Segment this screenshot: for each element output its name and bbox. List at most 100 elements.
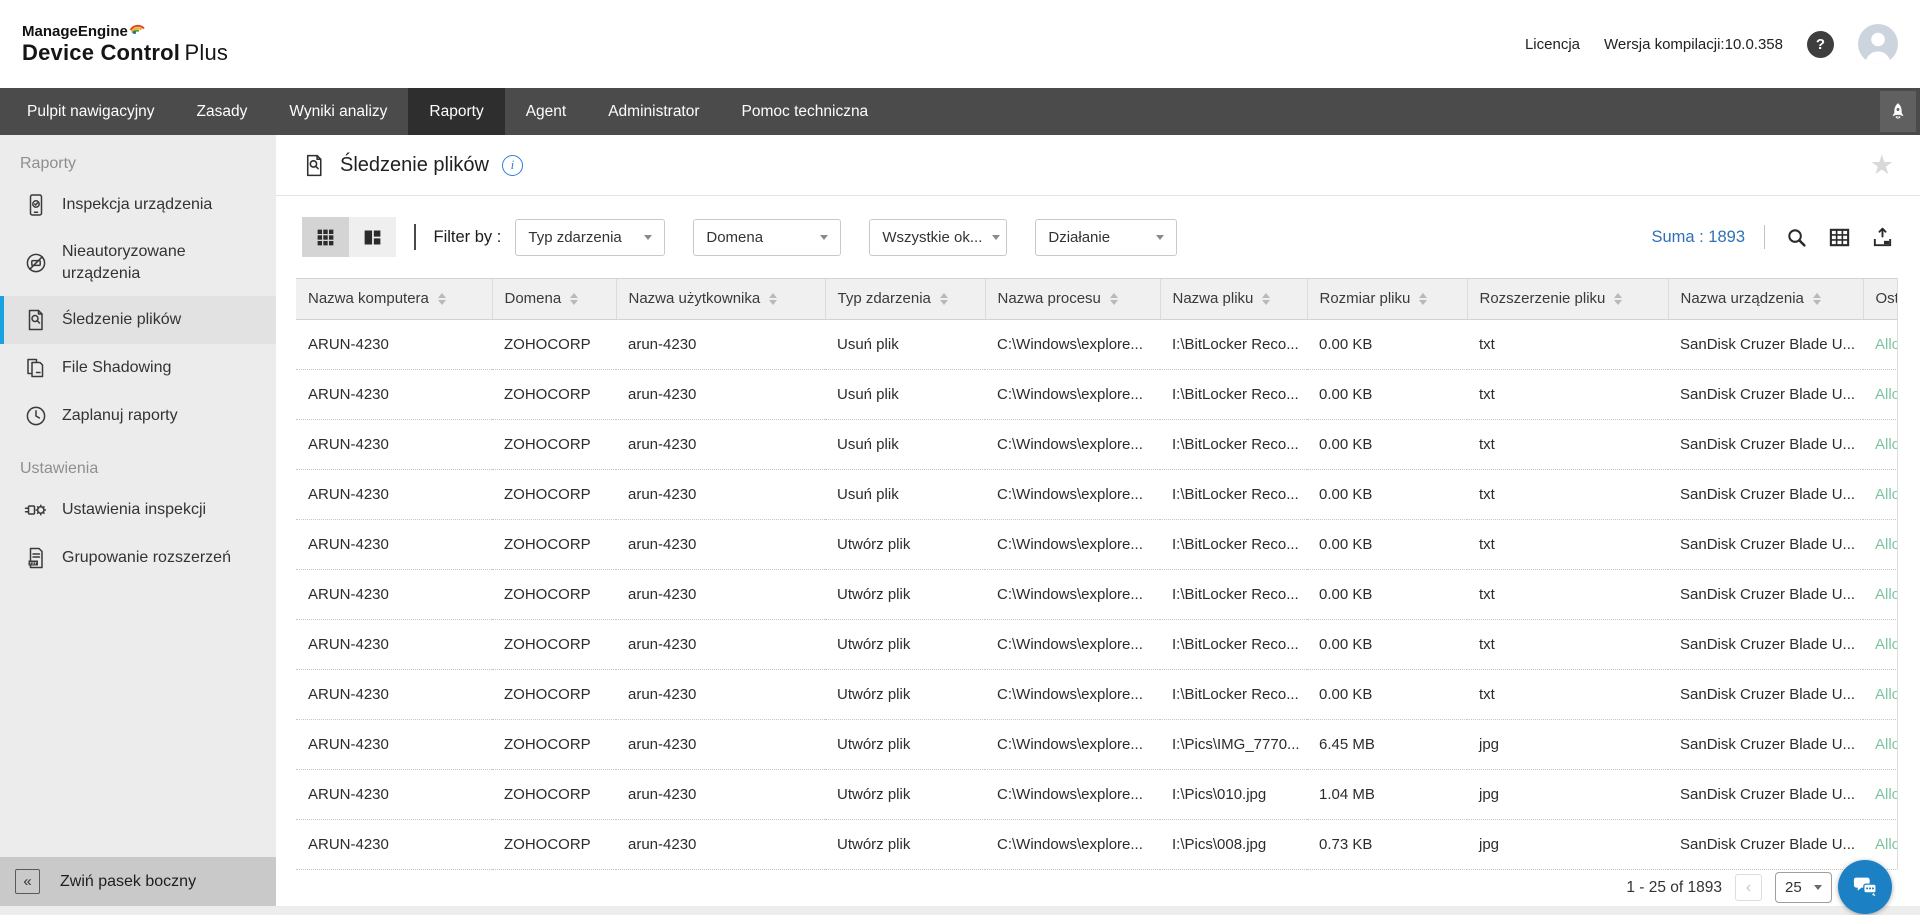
cell-domena: ZOHOCORP <box>492 469 616 519</box>
export-button[interactable] <box>1870 225 1894 249</box>
filter-select-wszystkie-ok[interactable]: Wszystkie ok... <box>869 219 1007 256</box>
cell-rozszerzenie-pliku: txt <box>1467 419 1668 469</box>
sidebar-item-ledzenie-plik-w[interactable]: Śledzenie plików <box>0 296 276 344</box>
cell-nazwa-urz-dzenia: SanDisk Cruzer Blade U... <box>1668 719 1863 769</box>
filter-by-label: Filter by : <box>434 228 502 247</box>
cell-rozszerzenie-pliku: jpg <box>1467 769 1668 819</box>
nav-tab-agent[interactable]: Agent <box>505 88 588 135</box>
favorite-star-icon[interactable]: ★ <box>1870 152 1894 179</box>
table-row[interactable]: ARUN-4230ZOHOCORParun-4230Usuń plikC:\Wi… <box>296 469 1898 519</box>
table-row[interactable]: ARUN-4230ZOHOCORParun-4230Usuń plikC:\Wi… <box>296 319 1898 369</box>
table-row[interactable]: ARUN-4230ZOHOCORParun-4230Usuń plikC:\Wi… <box>296 419 1898 469</box>
filter-select-domena[interactable]: Domena <box>693 219 841 256</box>
logo[interactable]: ManageEngine Device Control Plus <box>22 23 228 66</box>
table-row[interactable]: ARUN-4230ZOHOCORParun-4230Utwórz plikC:\… <box>296 819 1898 869</box>
split-view-icon <box>362 227 383 248</box>
cell-nazwa-u-ytkownika: arun-4230 <box>616 669 825 719</box>
collapse-sidebar-button[interactable]: « Zwiń pasek boczny <box>0 857 276 906</box>
filter-select-dzia-anie[interactable]: Działanie <box>1035 219 1177 256</box>
sidebar-item-label: Grupowanie rozszerzeń <box>62 547 231 569</box>
cell-typ-zdarzenia: Utwórz plik <box>825 619 985 669</box>
table-row[interactable]: ARUN-4230ZOHOCORParun-4230Utwórz plikC:\… <box>296 769 1898 819</box>
search-icon <box>1785 226 1808 249</box>
cell-osta[interactable]: Allo <box>1863 769 1898 819</box>
sidebar-item-grupowanie-rozszerze[interactable]: TXTGrupowanie rozszerzeń <box>0 534 276 582</box>
cell-rozmiar-pliku: 6.45 MB <box>1307 719 1467 769</box>
cell-osta[interactable]: Allo <box>1863 419 1898 469</box>
app-window: ManageEngine Device Control Plus Licencj… <box>0 0 1920 915</box>
sidebar-item-ustawienia-inspekcji[interactable]: Ustawienia inspekcji <box>0 486 276 534</box>
table-row[interactable]: ARUN-4230ZOHOCORParun-4230Utwórz plikC:\… <box>296 569 1898 619</box>
grid-view-button[interactable] <box>302 217 349 257</box>
nav-tab-pulpit-nawigacyjny[interactable]: Pulpit nawigacyjny <box>6 88 176 135</box>
prev-page-button[interactable]: ‹ <box>1735 874 1762 901</box>
column-header-domena[interactable]: Domena <box>492 279 616 319</box>
nav-tab-administrator[interactable]: Administrator <box>587 88 720 135</box>
sidebar: Raporty Inspekcja urządzeniaNieautoryzow… <box>0 135 276 906</box>
page-title: Śledzenie plików <box>340 154 489 177</box>
table-row[interactable]: ARUN-4230ZOHOCORParun-4230Utwórz plikC:\… <box>296 719 1898 769</box>
column-header-nazwa-u-ytkownika[interactable]: Nazwa użytkownika <box>616 279 825 319</box>
cell-osta[interactable]: Allo <box>1863 669 1898 719</box>
cell-nazwa-komputera: ARUN-4230 <box>296 669 492 719</box>
license-link[interactable]: Licencja <box>1525 36 1580 53</box>
column-chooser-button[interactable] <box>1827 225 1851 249</box>
column-header-nazwa-urz-dzenia[interactable]: Nazwa urządzenia <box>1668 279 1863 319</box>
cell-rozmiar-pliku: 0.00 KB <box>1307 419 1467 469</box>
table-row[interactable]: ARUN-4230ZOHOCORParun-4230Utwórz plikC:\… <box>296 619 1898 669</box>
split-view-button[interactable] <box>349 217 396 257</box>
sidebar-item-file-shadowing[interactable]: File Shadowing <box>0 344 276 392</box>
table-row[interactable]: ARUN-4230ZOHOCORParun-4230Utwórz plikC:\… <box>296 519 1898 569</box>
cell-nazwa-u-ytkownika: arun-4230 <box>616 719 825 769</box>
cell-nazwa-komputera: ARUN-4230 <box>296 419 492 469</box>
table-row[interactable]: ARUN-4230ZOHOCORParun-4230Utwórz plikC:\… <box>296 669 1898 719</box>
cell-osta[interactable]: Allo <box>1863 519 1898 569</box>
nav-tab-wyniki-analizy[interactable]: Wyniki analizy <box>268 88 408 135</box>
filter-value: Domena <box>706 229 763 246</box>
sidebar-item-zaplanuj-raporty[interactable]: Zaplanuj raporty <box>0 392 276 440</box>
filter-value: Wszystkie ok... <box>882 229 982 246</box>
cell-rozmiar-pliku: 0.00 KB <box>1307 319 1467 369</box>
column-header-rozszerzenie-pliku[interactable]: Rozszerzenie pliku <box>1467 279 1668 319</box>
cell-osta[interactable]: Allo <box>1863 569 1898 619</box>
column-header-osta[interactable]: Osta <box>1863 279 1898 319</box>
cell-nazwa-u-ytkownika: arun-4230 <box>616 619 825 669</box>
column-header-typ-zdarzenia[interactable]: Typ zdarzenia <box>825 279 985 319</box>
avatar[interactable] <box>1858 24 1898 64</box>
column-header-rozmiar-pliku[interactable]: Rozmiar pliku <box>1307 279 1467 319</box>
cell-osta[interactable]: Allo <box>1863 469 1898 519</box>
cell-osta[interactable]: Allo <box>1863 319 1898 369</box>
cell-osta[interactable]: Allo <box>1863 369 1898 419</box>
toolbar-divider <box>414 224 416 250</box>
cell-nazwa-procesu: C:\Windows\explore... <box>985 419 1160 469</box>
search-button[interactable] <box>1784 225 1808 249</box>
sidebar-item-nieautoryzowane-urz-dzenia[interactable]: Nieautoryzowane urządzenia <box>0 229 276 296</box>
info-icon[interactable]: i <box>502 155 523 176</box>
table-grid-icon <box>1828 226 1851 249</box>
logo-swoosh-icon <box>129 21 146 34</box>
nav-tab-raporty[interactable]: Raporty <box>408 88 504 135</box>
cell-nazwa-procesu: C:\Windows\explore... <box>985 719 1160 769</box>
getting-started-rocket-button[interactable] <box>1880 91 1916 132</box>
app-header: ManageEngine Device Control Plus Licencj… <box>0 0 1920 88</box>
cell-nazwa-u-ytkownika: arun-4230 <box>616 469 825 519</box>
page-size-select[interactable]: 25 <box>1775 872 1832 903</box>
table-row[interactable]: ARUN-4230ZOHOCORParun-4230Usuń plikC:\Wi… <box>296 369 1898 419</box>
nav-tab-zasady[interactable]: Zasady <box>176 88 269 135</box>
sidebar-item-inspekcja-urz-dzenia[interactable]: Inspekcja urządzenia <box>0 181 276 229</box>
column-header-nazwa-pliku[interactable]: Nazwa pliku <box>1160 279 1307 319</box>
sort-icon <box>1614 293 1622 306</box>
cell-rozszerzenie-pliku: jpg <box>1467 819 1668 869</box>
column-header-nazwa-procesu[interactable]: Nazwa procesu <box>985 279 1160 319</box>
column-label: Nazwa użytkownika <box>629 290 761 307</box>
cell-osta[interactable]: Allo <box>1863 619 1898 669</box>
rocket-icon <box>1887 101 1909 123</box>
nav-tab-pomoc-techniczna[interactable]: Pomoc techniczna <box>721 88 890 135</box>
column-header-nazwa-komputera[interactable]: Nazwa komputera <box>296 279 492 319</box>
cell-typ-zdarzenia: Utwórz plik <box>825 519 985 569</box>
chat-fab-button[interactable] <box>1838 860 1892 914</box>
cell-osta[interactable]: Allo <box>1863 719 1898 769</box>
filter-select-typ-zdarzenia[interactable]: Typ zdarzenia <box>515 219 665 256</box>
report-table: Nazwa komputeraDomena Nazwa użytkownika Ty… <box>296 279 1898 870</box>
help-icon[interactable]: ? <box>1807 31 1834 58</box>
